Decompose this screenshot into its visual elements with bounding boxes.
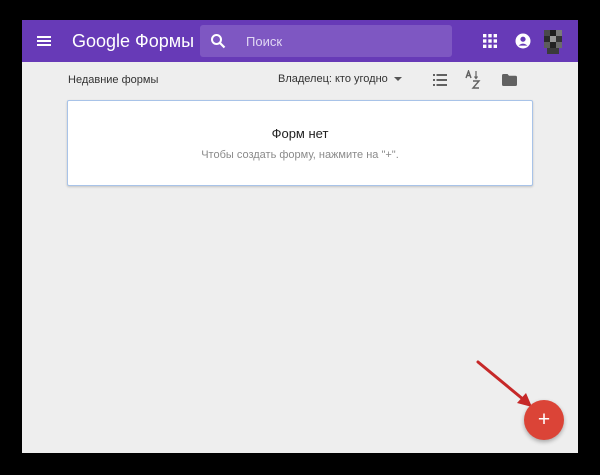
app-title: Google Формы — [72, 31, 195, 51]
empty-state-hint: Чтобы создать форму, нажмите на "+". — [201, 149, 399, 161]
empty-state-title: Форм нет — [271, 126, 329, 141]
create-form-button[interactable]: + — [524, 400, 564, 440]
folder-icon[interactable] — [502, 74, 517, 86]
apps-icon[interactable] — [483, 34, 497, 48]
menu-icon[interactable] — [36, 33, 52, 49]
sort-az-icon[interactable] — [465, 70, 481, 90]
caret-down-icon — [393, 77, 402, 82]
section-title: Недавние формы — [68, 74, 159, 86]
annotation-arrow-icon — [476, 360, 532, 407]
forms-toolbar: Недавние формы Владелец: кто угодно — [22, 62, 578, 98]
search-icon — [211, 34, 226, 49]
app-bar: Google Формы — [22, 20, 578, 62]
owner-filter-label: Владелец: кто угодно — [278, 73, 388, 85]
google-forms-window: Google Формы Поиск Недавние формы Владел… — [22, 20, 578, 453]
owner-filter-dropdown[interactable]: Владелец: кто угодно — [278, 73, 402, 85]
account-icon[interactable] — [515, 33, 531, 49]
avatar[interactable] — [540, 26, 566, 56]
empty-forms-card: Форм нет Чтобы создать форму, нажмите на… — [67, 100, 533, 186]
search-box[interactable] — [200, 25, 452, 57]
search-input[interactable] — [246, 31, 436, 51]
list-view-icon[interactable] — [433, 73, 447, 87]
